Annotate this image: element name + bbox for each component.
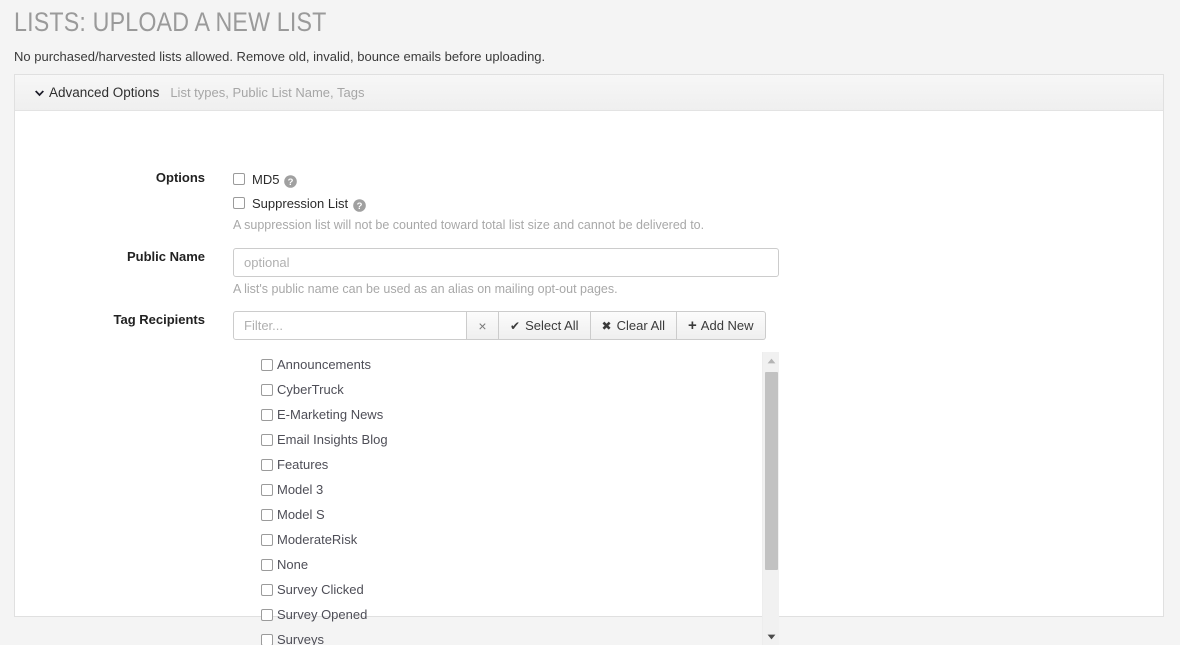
tag-label: Surveys	[277, 632, 324, 645]
tag-list-item[interactable]: E-Marketing News	[261, 402, 761, 427]
panel-body: Options MD5 ? Suppression List	[15, 111, 1163, 616]
tag-checkbox[interactable]	[261, 459, 273, 471]
suppression-list-help-icon[interactable]: ?	[353, 199, 366, 212]
scrollbar-thumb[interactable]	[765, 372, 778, 570]
tag-label: ModerateRisk	[277, 532, 357, 547]
chevron-down-icon	[33, 87, 46, 100]
tag-list-item[interactable]: None	[261, 552, 761, 577]
tag-label: Survey Opened	[277, 607, 367, 622]
tag-checkbox[interactable]	[261, 359, 273, 371]
select-all-button[interactable]: ✔ Select All	[499, 311, 591, 340]
tag-list-item[interactable]: Surveys	[261, 627, 761, 645]
suppression-list-option: Suppression List ?	[233, 193, 704, 213]
tag-label: None	[277, 557, 308, 572]
tag-recipients-field: × ✔ Select All ✖ Clear All + Add New	[233, 311, 779, 645]
tag-checkbox[interactable]	[261, 609, 273, 621]
tag-label: E-Marketing News	[277, 407, 383, 422]
tag-list-item[interactable]: Model S	[261, 502, 761, 527]
tag-label: Model S	[277, 507, 325, 522]
tag-toolbar: × ✔ Select All ✖ Clear All + Add New	[233, 311, 779, 340]
tag-checkbox[interactable]	[261, 409, 273, 421]
clear-all-label: Clear All	[617, 318, 665, 333]
tag-list-item[interactable]: Announcements	[261, 352, 761, 377]
tag-list-item[interactable]: Features	[261, 452, 761, 477]
tag-list-item[interactable]: ModerateRisk	[261, 527, 761, 552]
tag-label: Email Insights Blog	[277, 432, 388, 447]
check-icon: ✔	[510, 319, 520, 333]
add-new-button[interactable]: + Add New	[677, 311, 766, 340]
advanced-options-header[interactable]: Advanced Options List types, Public List…	[15, 75, 1163, 111]
tag-checkbox[interactable]	[261, 534, 273, 546]
md5-help-icon[interactable]: ?	[284, 175, 297, 188]
tag-list-item[interactable]: Survey Clicked	[261, 577, 761, 602]
clear-all-button[interactable]: ✖ Clear All	[591, 311, 677, 340]
tag-recipients-label: Tag Recipients	[15, 311, 205, 328]
tag-checkbox[interactable]	[261, 484, 273, 496]
cross-icon: ✖	[602, 319, 612, 333]
public-name-field: A list's public name can be used as an a…	[233, 248, 779, 298]
tag-list-container: Announcements CyberTruck E-Marketing News E…	[233, 352, 779, 645]
md5-checkbox[interactable]	[233, 173, 245, 185]
tag-list-item[interactable]: Model 3	[261, 477, 761, 502]
clear-filter-button[interactable]: ×	[467, 311, 499, 340]
scroll-up-arrow-icon[interactable]	[763, 352, 779, 369]
tag-label: CyberTruck	[277, 382, 344, 397]
tag-label: Features	[277, 457, 328, 472]
tag-list-item[interactable]: CyberTruck	[261, 377, 761, 402]
advanced-options-panel: Advanced Options List types, Public List…	[14, 74, 1164, 617]
tag-label: Announcements	[277, 357, 371, 372]
md5-option: MD5 ?	[233, 169, 704, 189]
page-subtitle: No purchased/harvested lists allowed. Re…	[14, 48, 545, 65]
md5-label: MD5	[252, 172, 279, 187]
public-name-hint: A list's public name can be used as an a…	[233, 281, 779, 298]
advanced-options-title: Advanced Options	[49, 85, 159, 100]
svg-text:?: ?	[357, 201, 363, 212]
tag-checkbox[interactable]	[261, 384, 273, 396]
tag-filter-input[interactable]	[233, 311, 467, 340]
tag-list-scrollbar[interactable]	[762, 352, 779, 645]
suppression-list-checkbox[interactable]	[233, 197, 245, 209]
tag-list-item[interactable]: Survey Opened	[261, 602, 761, 627]
tag-label: Model 3	[277, 482, 323, 497]
options-label: Options	[15, 169, 205, 186]
tag-checkbox[interactable]	[261, 509, 273, 521]
public-name-label: Public Name	[15, 248, 205, 265]
tag-label: Survey Clicked	[277, 582, 364, 597]
suppression-list-hint: A suppression list will not be counted t…	[233, 217, 704, 234]
plus-icon: +	[688, 317, 697, 334]
page-title: LISTS: UPLOAD A NEW LIST	[14, 5, 327, 39]
advanced-options-subtitle: List types, Public List Name, Tags	[170, 85, 364, 100]
tag-checkbox[interactable]	[261, 584, 273, 596]
svg-text:?: ?	[288, 177, 294, 188]
tag-list: Announcements CyberTruck E-Marketing News E…	[233, 352, 761, 645]
tag-checkbox[interactable]	[261, 559, 273, 571]
select-all-label: Select All	[525, 318, 578, 333]
tag-checkbox[interactable]	[261, 434, 273, 446]
options-field: MD5 ? Suppression List ?	[233, 169, 704, 234]
public-name-input[interactable]	[233, 248, 779, 277]
tag-checkbox[interactable]	[261, 634, 273, 645]
suppression-list-label: Suppression List	[252, 196, 348, 211]
add-new-label: Add New	[701, 318, 754, 333]
tag-list-item[interactable]: Email Insights Blog	[261, 427, 761, 452]
